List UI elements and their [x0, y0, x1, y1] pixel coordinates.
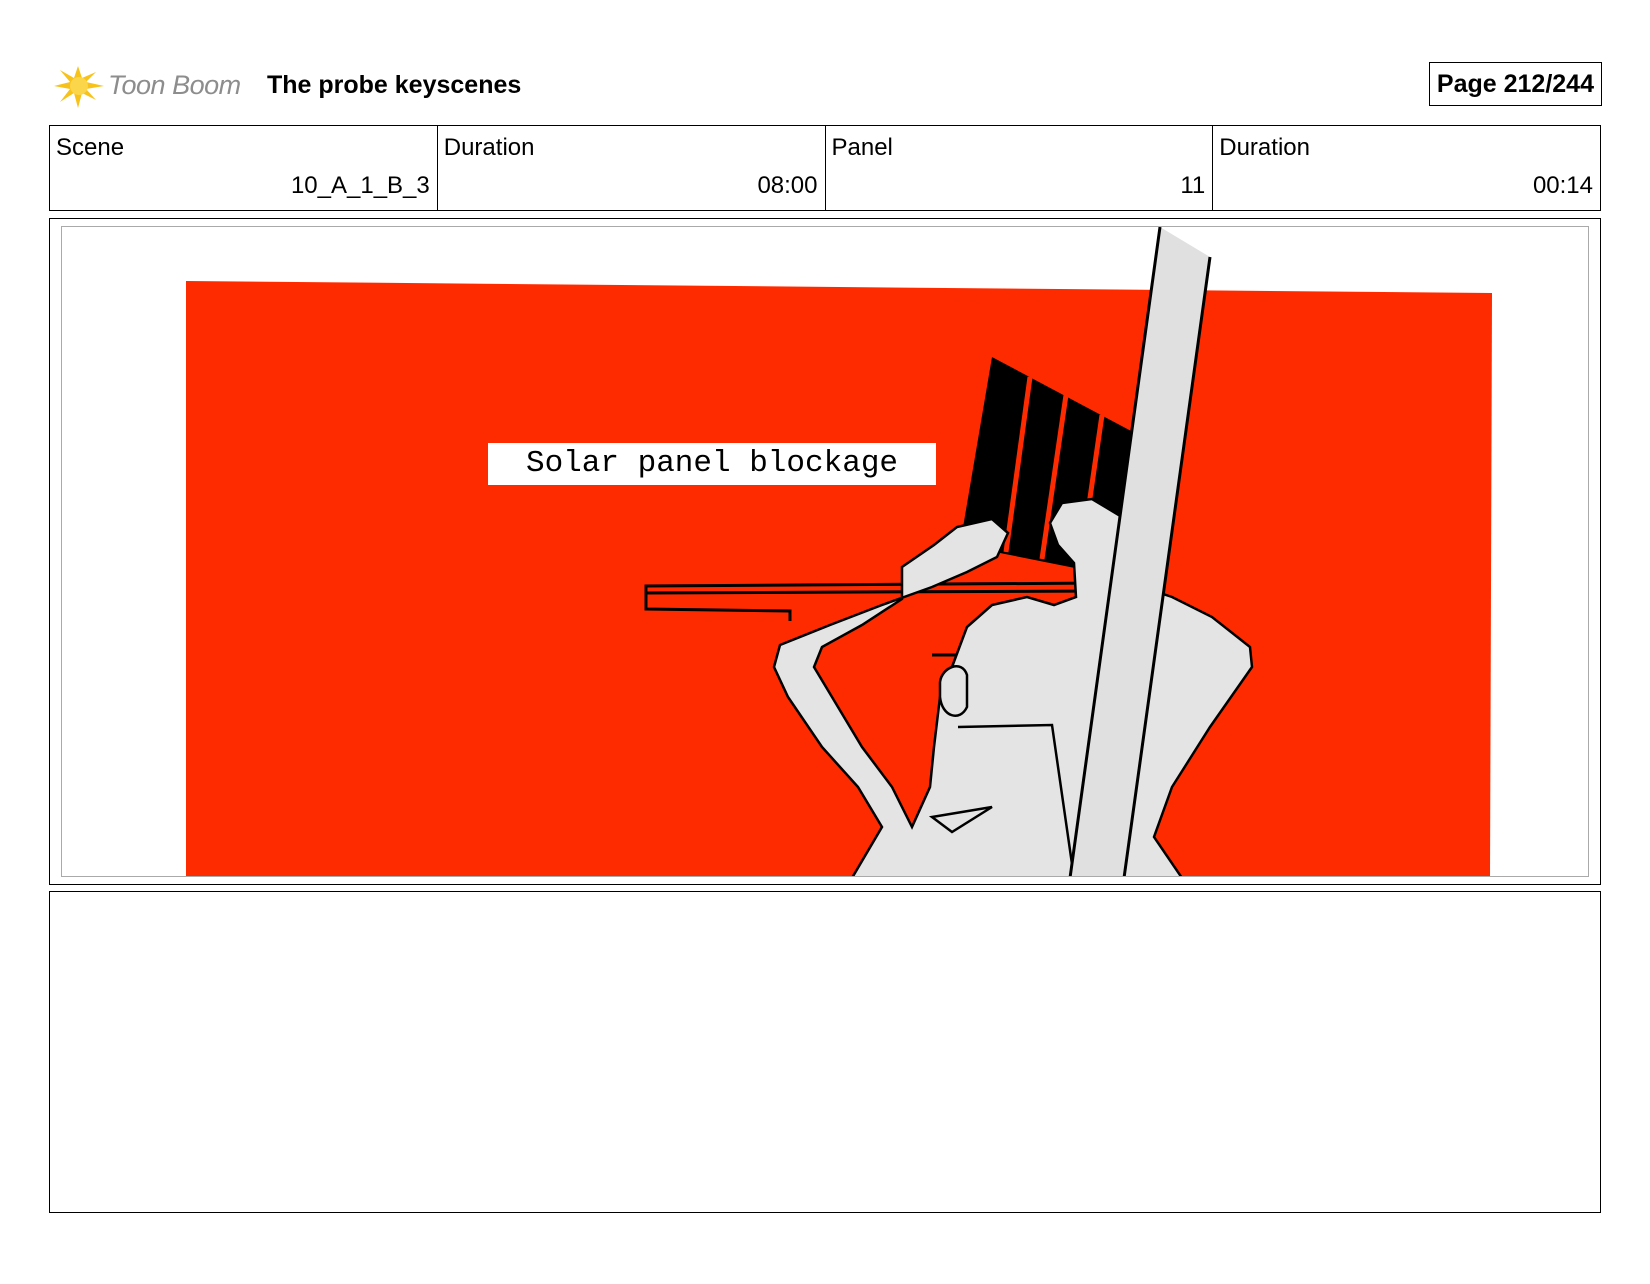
scene-duration-label: Duration [443, 134, 535, 161]
project-title: The probe keyscenes [267, 71, 522, 99]
panel-drawing [186, 227, 1492, 876]
page-number: Page 212/244 [1428, 62, 1602, 106]
logo-text: Toon Boom [108, 70, 241, 100]
starburst-icon [54, 66, 104, 108]
toon-boom-logo: Toon Boom [50, 56, 250, 116]
scene-duration-value: 08:00 [757, 172, 818, 199]
panel-image: Solar panel blockage [61, 226, 1589, 877]
storyboard-panel: Solar panel blockage [49, 218, 1601, 885]
shelf [644, 581, 1104, 595]
panel-cell: Panel 11 [826, 126, 1214, 210]
panel-caption: Solar panel blockage [488, 443, 936, 485]
page-header: Toon Boom The probe keyscenes Page 212/2… [50, 56, 1602, 116]
scene-info-table: Scene 10_A_1_B_3 Duration 08:00 Panel 11… [49, 125, 1601, 211]
panel-value: 11 [1180, 172, 1206, 199]
scene-label: Scene [56, 134, 125, 161]
panel-duration-cell: Duration 00:14 [1213, 126, 1600, 210]
scene-value: 10_A_1_B_3 [290, 172, 430, 199]
notes-box [49, 891, 1601, 1213]
scene-cell: Scene 10_A_1_B_3 [50, 126, 438, 210]
red-background [186, 281, 1492, 876]
panel-duration-value: 00:14 [1532, 172, 1593, 199]
panel-duration-label: Duration [1219, 134, 1310, 161]
scene-duration-cell: Duration 08:00 [438, 126, 826, 210]
panel-label: Panel [831, 134, 893, 161]
